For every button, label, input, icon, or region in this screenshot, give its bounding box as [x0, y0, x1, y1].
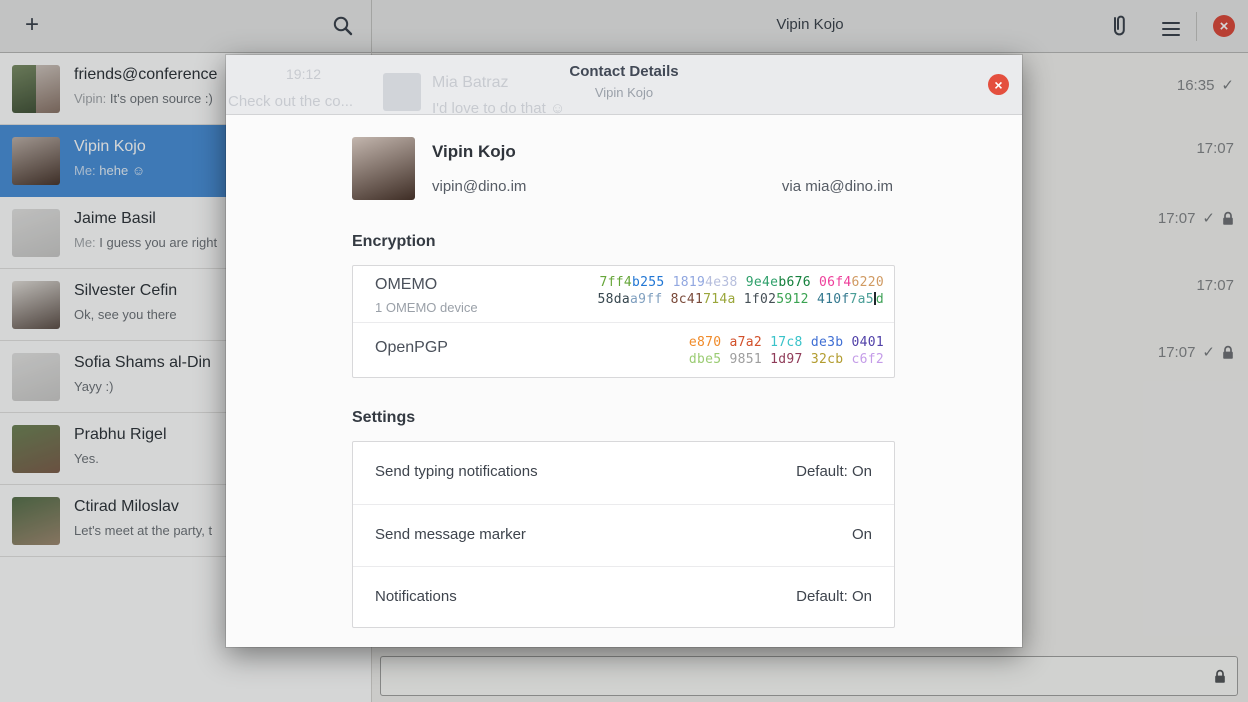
ghost-message: I'd love to do that ☺: [432, 100, 565, 115]
fingerprint-segment: 17c8: [770, 335, 803, 350]
encryption-protocol-label: OMEMO: [375, 276, 437, 294]
fingerprint-segment: a9ff: [630, 292, 663, 307]
settings-heading: Settings: [352, 409, 415, 427]
fingerprint-segment: 9e4e: [746, 275, 779, 290]
fingerprint-segment: [738, 275, 746, 290]
encryption-row[interactable]: OMEMO 1 OMEMO device 7ff4b255 18194e38 9e4…: [353, 266, 894, 322]
fingerprint-segment: [662, 292, 670, 307]
setting-row[interactable]: Notifications Default: On: [353, 566, 894, 628]
contact-avatar: [352, 137, 415, 200]
contact-details-dialog: 19:12 Check out the co... Mia Batraz I'd…: [226, 55, 1022, 647]
encryption-row[interactable]: OpenPGPe870 a7a2 17c8 de3b 0401dbe5 9851…: [353, 322, 894, 378]
fingerprint-segment: 0401: [851, 335, 884, 350]
setting-label: Notifications: [375, 588, 457, 605]
fingerprint-line: e870 a7a2 17c8 de3b 0401: [689, 334, 884, 351]
fingerprint-segment: 6220: [851, 275, 884, 290]
fingerprint-segment: [721, 335, 729, 350]
fingerprint-segment: 9851: [730, 352, 763, 367]
fingerprint-segment: 7ff4: [599, 275, 632, 290]
fingerprint-segment: dbe5: [689, 352, 722, 367]
fingerprint-segment: 1f02: [744, 292, 777, 307]
setting-row[interactable]: Send message marker On: [353, 504, 894, 566]
fingerprint-segment: 410f: [817, 292, 850, 307]
encryption-heading: Encryption: [352, 233, 436, 251]
fingerprint-segment: d: [876, 292, 884, 307]
fingerprint-segment: 1d97: [770, 352, 803, 367]
contact-jid: vipin@dino.im: [432, 178, 526, 195]
fingerprint-segment: [736, 292, 744, 307]
contact-name: Vipin Kojo: [432, 142, 516, 162]
fingerprint-segment: a7a2: [730, 335, 763, 350]
dialog-subtitle: Vipin Kojo: [226, 85, 1022, 100]
contact-via-account: via mia@dino.im: [782, 178, 893, 195]
dialog-close-button[interactable]: ×: [988, 74, 1009, 95]
fingerprint-segment: [762, 335, 770, 350]
fingerprint-segment: 58da: [597, 292, 630, 307]
fingerprint-segment: 06f4: [819, 275, 852, 290]
dialog-header: 19:12 Check out the co... Mia Batraz I'd…: [226, 55, 1022, 115]
fingerprint-segment: [803, 335, 811, 350]
fingerprint-line: 7ff4b255 18194e38 9e4eb676 06f46220: [597, 274, 884, 291]
fingerprint-segment: 8c41: [671, 292, 704, 307]
dialog-title: Contact Details: [226, 63, 1022, 80]
setting-label: Send message marker: [375, 526, 526, 543]
fingerprint-segment: [809, 292, 817, 307]
fingerprint-segment: 32cb: [811, 352, 844, 367]
settings-card: Send typing notificationsDefault: OnSend…: [352, 441, 895, 628]
fingerprint-segment: 7a5: [849, 292, 873, 307]
fingerprint-segment: [803, 352, 811, 367]
fingerprint-segment: [664, 275, 672, 290]
fingerprint-segment: [811, 275, 819, 290]
app-window: + Vipin Kojo × friends@conferenceVipin: …: [0, 0, 1248, 702]
encryption-card: OMEMO 1 OMEMO device 7ff4b255 18194e38 9e4…: [352, 265, 895, 378]
fingerprint-line: 58daa9ff 8c41714a 1f025912 410f7a5d: [597, 291, 884, 308]
setting-row[interactable]: Send typing notifications Default: On: [353, 442, 894, 504]
encryption-protocol-label: OpenPGP: [375, 339, 448, 357]
encryption-device-count: 1 OMEMO device: [375, 300, 478, 315]
fingerprint-segment: 1819: [673, 275, 706, 290]
setting-value[interactable]: Default: On: [796, 463, 872, 480]
fingerprint-segment: [721, 352, 729, 367]
fingerprint-segment: [762, 352, 770, 367]
fingerprint: 7ff4b255 18194e38 9e4eb676 06f4622058daa…: [597, 274, 884, 308]
fingerprint-segment: b676: [778, 275, 811, 290]
setting-label: Send typing notifications: [375, 463, 538, 480]
fingerprint-segment: 4e38: [705, 275, 738, 290]
setting-value[interactable]: Default: On: [796, 588, 872, 605]
fingerprint: e870 a7a2 17c8 de3b 0401dbe5 9851 1d97 3…: [689, 334, 884, 368]
fingerprint-segment: e870: [689, 335, 722, 350]
fingerprint-segment: 714a: [703, 292, 736, 307]
fingerprint-segment: 5912: [776, 292, 809, 307]
fingerprint-segment: c6f2: [851, 352, 884, 367]
fingerprint-line: dbe5 9851 1d97 32cb c6f2: [689, 351, 884, 368]
fingerprint-segment: de3b: [811, 335, 844, 350]
fingerprint-segment: b255: [632, 275, 665, 290]
setting-value[interactable]: On: [852, 526, 872, 543]
